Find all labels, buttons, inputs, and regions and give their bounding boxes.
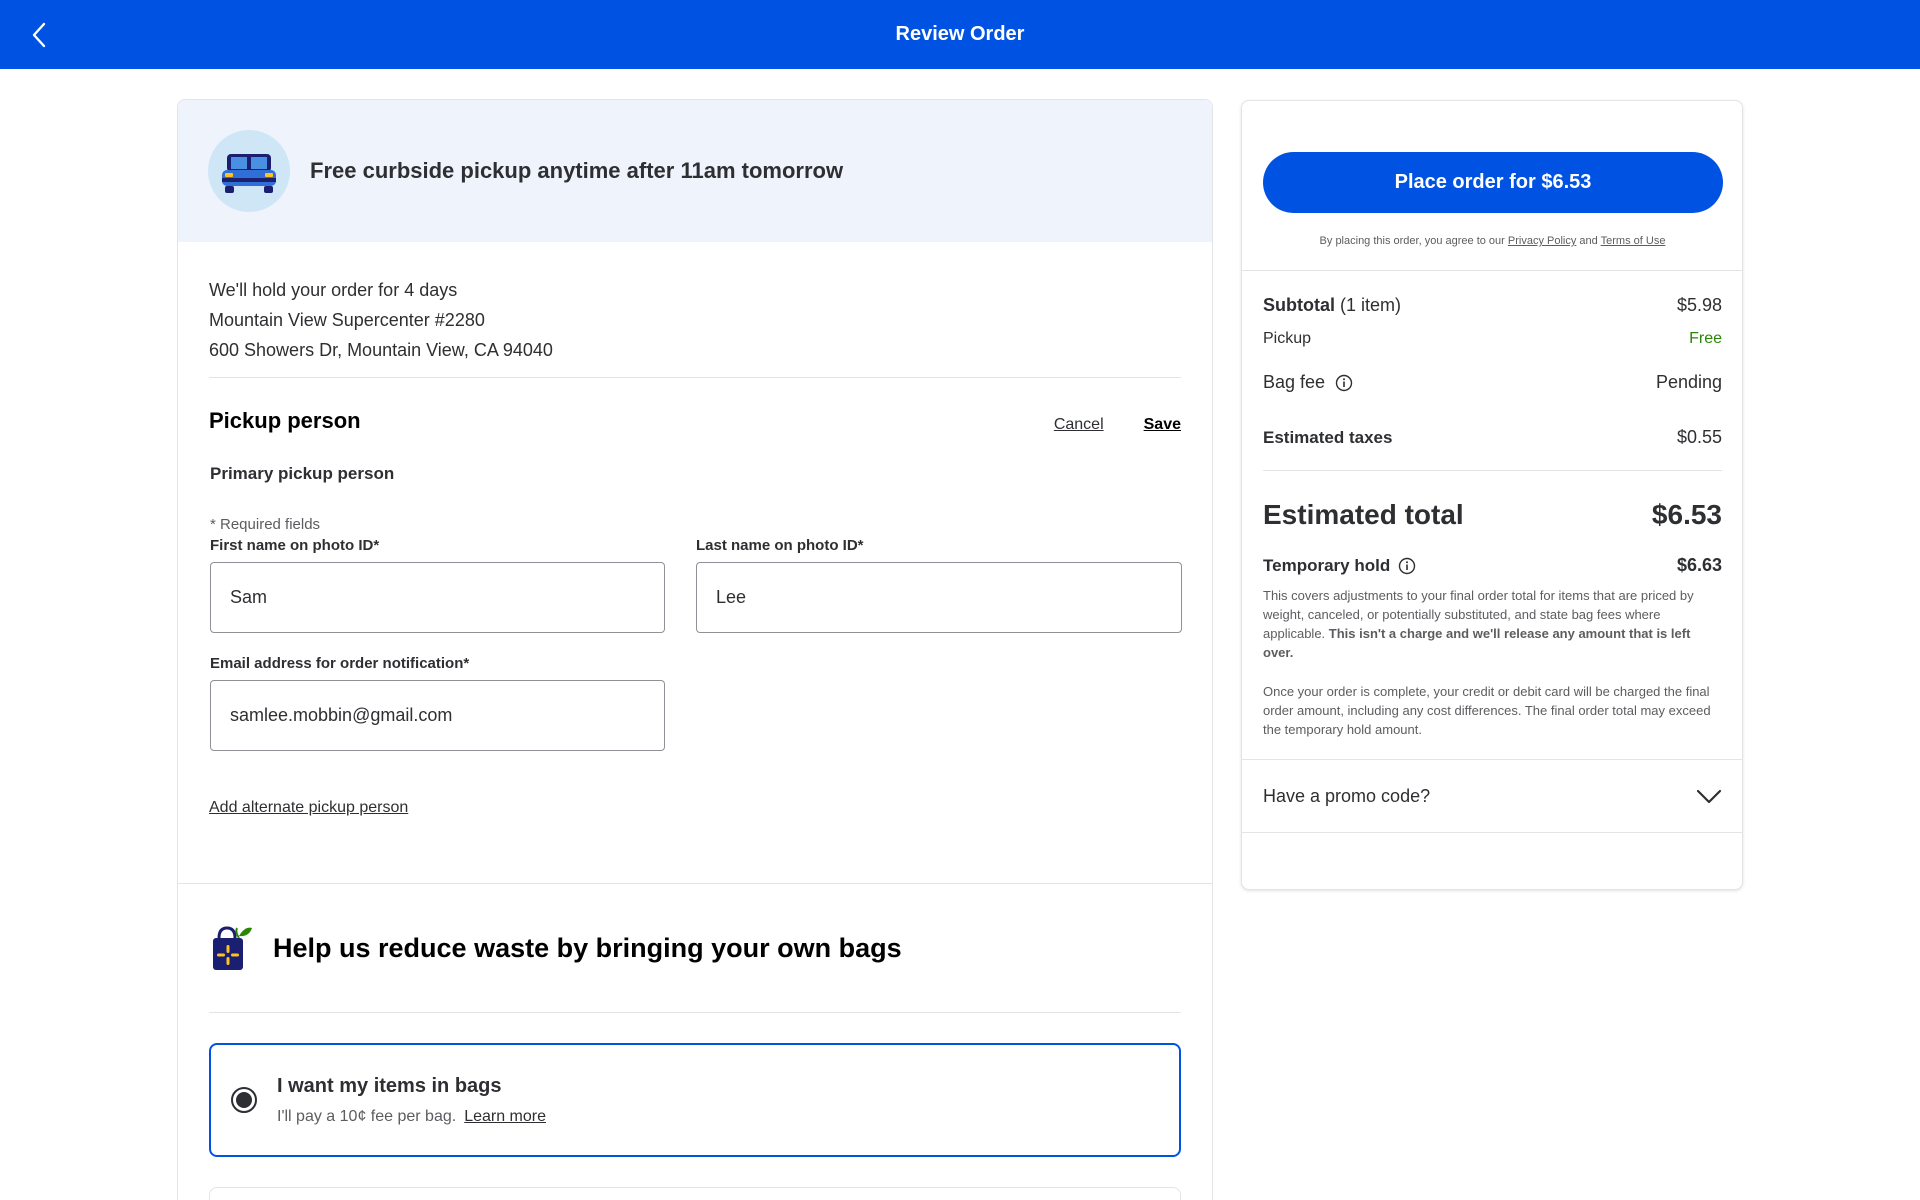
email-input[interactable] — [210, 680, 665, 751]
pickup-row: Pickup Free — [1263, 330, 1722, 348]
pickup-banner-text: Free curbside pickup anytime after 11am … — [310, 158, 844, 183]
top-bar: Review Order — [0, 0, 1920, 69]
bags-option-title: I want my items in bags — [277, 1074, 502, 1097]
car-icon — [208, 130, 290, 212]
bags-title: Help us reduce waste by bringing your ow… — [273, 932, 902, 963]
bags-radio[interactable] — [231, 1087, 257, 1113]
bag-fee-row: Bag fee Pending — [1263, 372, 1722, 393]
temporary-hold-value: $6.63 — [1676, 555, 1722, 575]
privacy-policy-link[interactable]: Privacy Policy — [1508, 235, 1576, 247]
promo-code-label: Have a promo code? — [1263, 785, 1431, 806]
back-button[interactable] — [22, 18, 56, 52]
last-name-input[interactable] — [696, 562, 1182, 633]
subtotal-row: Subtotal (1 item) $5.98 — [1263, 295, 1722, 316]
pickup-details-panel: Free curbside pickup anytime after 11am … — [177, 99, 1213, 1200]
pickup-banner: Free curbside pickup anytime after 11am … — [178, 100, 1212, 242]
cancel-link[interactable]: Cancel — [1054, 416, 1104, 434]
temporary-hold-row: Temporary hold $6.63 — [1263, 555, 1722, 576]
total-value: $6.53 — [1651, 499, 1722, 530]
place-order-button[interactable]: Place order for $6.53 — [1263, 152, 1723, 213]
info-icon[interactable] — [1335, 374, 1353, 392]
pickup-label: Pickup — [1263, 330, 1312, 347]
item-count: (1 item) — [1340, 295, 1402, 315]
learn-more-link[interactable]: Learn more — [464, 1108, 546, 1125]
required-fields-note: * Required fields — [210, 516, 321, 533]
chevron-down-icon — [1696, 789, 1722, 804]
primary-pickup-heading: Primary pickup person — [210, 464, 395, 483]
pickup-value: Free — [1689, 330, 1722, 347]
info-icon[interactable] — [1398, 557, 1416, 575]
terms-of-use-link[interactable]: Terms of Use — [1601, 235, 1666, 247]
save-link[interactable]: Save — [1144, 416, 1181, 434]
first-name-input[interactable] — [210, 562, 665, 633]
hold-info: We'll hold your order for 4 days Mountai… — [209, 242, 1181, 378]
no-bags-option[interactable] — [209, 1187, 1181, 1200]
agreement-text: By placing this order, you agree to our … — [1319, 235, 1666, 247]
store-name: Mountain View Supercenter #2280 — [209, 310, 485, 330]
last-name-label: Last name on photo ID* — [696, 537, 864, 554]
bags-option[interactable]: I want my items in bags I'll pay a 10¢ f… — [209, 1043, 1181, 1157]
reusable-bag-icon — [213, 926, 252, 970]
taxes-row: Estimated taxes $0.55 — [1263, 427, 1722, 471]
taxes-label: Estimated taxes — [1263, 427, 1393, 447]
pickup-person-title: Pickup person — [209, 408, 361, 433]
promo-code-toggle[interactable]: Have a promo code? — [1242, 759, 1742, 833]
hold-note-2: Once your order is complete, your credit… — [1263, 684, 1711, 737]
store-address: 600 Showers Dr, Mountain View, CA 94040 — [209, 340, 553, 360]
order-summary-panel: Place order for $6.53 By placing this or… — [1241, 100, 1743, 890]
temporary-hold-label: Temporary hold — [1263, 555, 1391, 575]
first-name-label: First name on photo ID* — [210, 537, 380, 554]
total-row: Estimated total $6.53 — [1263, 499, 1722, 531]
bags-header: Help us reduce waste by bringing your ow… — [209, 884, 1181, 1013]
subtotal-label: Subtotal — [1263, 295, 1335, 315]
add-alternate-pickup-link[interactable]: Add alternate pickup person — [209, 799, 408, 817]
total-label: Estimated total — [1263, 499, 1464, 530]
email-label: Email address for order notification* — [210, 655, 470, 672]
bag-fee-value: Pending — [1655, 372, 1722, 392]
chevron-left-icon — [32, 22, 46, 48]
hold-duration: We'll hold your order for 4 days — [209, 280, 458, 300]
subtotal-value: $5.98 — [1676, 295, 1722, 315]
hold-note-bold: This isn't a charge and we'll release an… — [1263, 626, 1691, 660]
hold-note: This covers adjustments to your final or… — [1263, 588, 1694, 660]
taxes-value: $0.55 — [1676, 427, 1722, 447]
page-title: Review Order — [895, 23, 1025, 45]
bag-fee-label: Bag fee — [1263, 372, 1326, 392]
bags-option-subtitle: I'll pay a 10¢ fee per bag. — [277, 1107, 457, 1125]
